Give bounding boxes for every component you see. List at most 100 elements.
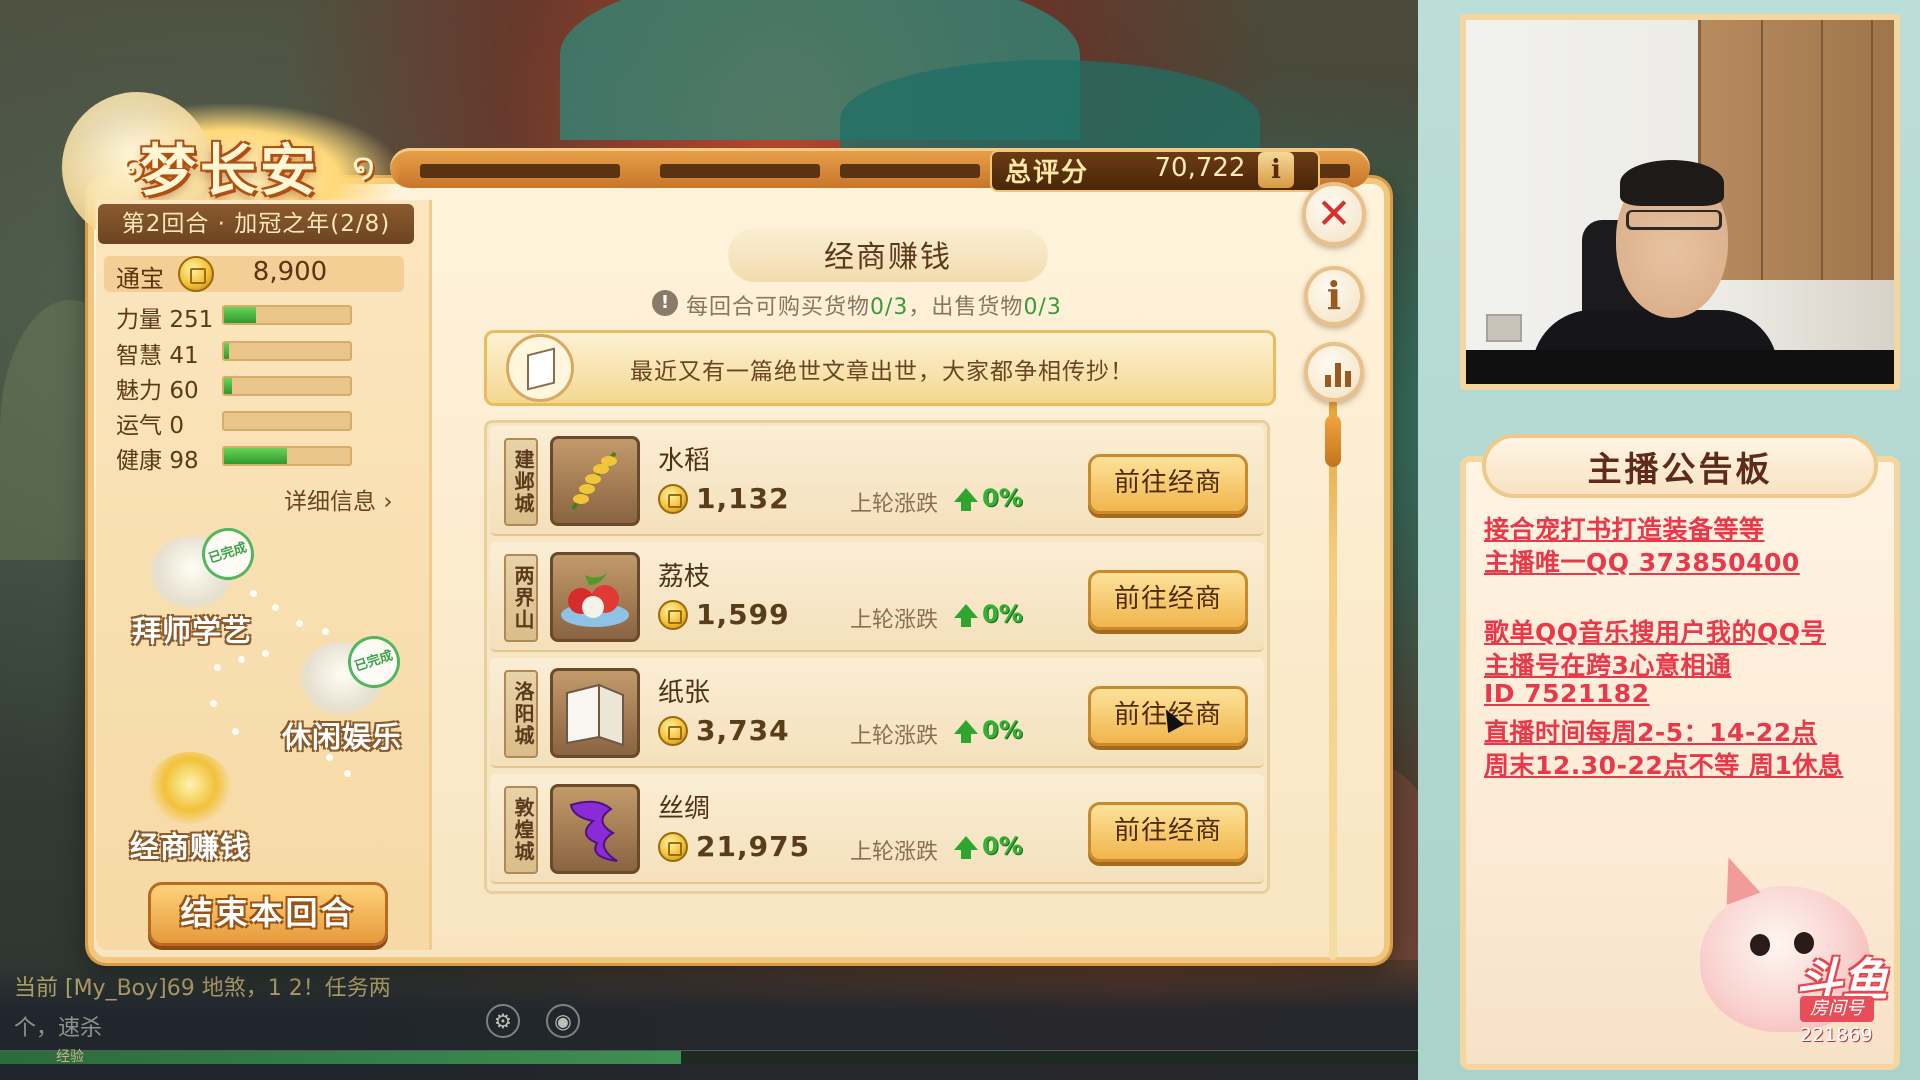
path-dot [296,620,303,627]
section-title: 经商赚钱 [824,240,952,275]
city-tag: 建邺城 [504,438,538,526]
goods-row: 两界山 荔枝 1,599 上轮涨跌 0% 前往经商 [490,542,1264,652]
sell-count: 0/3 [1023,295,1062,320]
exp-fill [0,1051,681,1064]
board-line: 歌单QQ音乐搜用户我的QQ号 [1484,618,1827,647]
trend-label: 上轮涨跌 [850,724,939,749]
settings-icon[interactable]: ⚙ [486,1004,520,1038]
go-trade-button[interactable]: 前往经商 [1088,454,1248,514]
paper-icon [550,668,640,758]
title-bar-segment [420,164,620,178]
notice-prefix: 每回合可购买货物 [686,295,871,320]
trend-label: 上轮涨跌 [850,492,939,517]
activity-label: 经商赚钱 [129,830,250,864]
path-dot [238,656,245,663]
trend-value: 0% [982,832,1023,860]
arrow-up-icon [954,836,978,859]
currency-value: 8,900 [252,257,328,287]
camera-icon[interactable]: ◉ [546,1004,580,1038]
stat-value: 41 [169,343,199,369]
photo-frame [1486,314,1522,342]
trend-value: 0% [982,716,1023,744]
board-title: 主播公告板 [1587,450,1773,490]
stat-bar [222,411,352,431]
trend-label: 上轮涨跌 [850,608,939,633]
coin-icon [658,484,688,514]
room-number: 221869 [1800,1024,1873,1046]
stat-value: 251 [169,307,214,333]
rice-icon [550,436,640,526]
mascot-eye [1750,934,1770,956]
scrollbar[interactable] [1329,400,1337,960]
stat-row-strength: 力量 251 [116,300,356,333]
coin-icon [658,832,688,862]
trend-value: 0% [982,600,1023,628]
scrollbar-thumb[interactable] [1325,415,1341,467]
trend-label: 上轮涨跌 [850,840,939,865]
coin-icon [658,716,688,746]
path-dot [272,604,279,611]
info-button[interactable]: i [1304,266,1364,326]
stat-value: 60 [169,378,199,404]
stat-label: 魅力 [116,378,162,404]
wardrobe [1698,20,1894,280]
stat-row-charm: 魅力 60 [116,371,356,404]
stat-value: 0 [169,413,184,439]
end-round-button[interactable]: 结束本回合 [148,882,388,946]
goods-row: 建邺城 水稻 1,132 上轮涨跌 0% 前往经商 [490,426,1264,536]
info-icon: i [1326,273,1342,318]
path-dot [214,664,221,671]
arrow-up-icon [954,720,978,743]
activity-trade[interactable]: 经商赚钱 [120,752,260,866]
go-trade-button[interactable]: 前往经商 [1088,570,1248,630]
go-trade-button[interactable]: 前往经商 [1088,802,1248,862]
path-dot [262,650,269,657]
arrow-up-icon [954,604,978,627]
lychee-icon [550,552,640,642]
currency-label: 通宝 [116,265,164,293]
arrow-up-icon [954,488,978,511]
stat-label: 智慧 [116,343,162,369]
board-line: 接合宠打书打造装备等等 [1484,515,1765,544]
stat-value: 98 [169,448,199,474]
goods-name: 荔枝 [658,562,711,592]
details-link[interactable]: 详细信息 › [284,482,393,516]
notice-mid: ，出售货物 [908,295,1024,320]
city-tag: 两界山 [504,554,538,642]
buy-count: 0/3 [870,295,909,320]
room-label: 房间号 [1800,996,1874,1022]
stat-fill [224,307,256,323]
score-info-icon[interactable]: i [1258,152,1294,188]
stat-fill [224,378,232,394]
goods-price: 1,132 [696,482,790,515]
close-icon: ✕ [1316,189,1352,238]
stat-label: 健康 [116,448,162,474]
board-line: 主播号在跨3心意相通 [1484,651,1732,680]
goods-row: 洛阳城 纸张 3,734 上轮涨跌 0% 前往经商 [490,658,1264,768]
game-logo: 梦长安 [140,139,320,204]
bar-chart-icon [1325,361,1351,387]
streamer-hair [1620,160,1724,206]
alert-icon: ! [652,290,678,316]
chat-line: 当前 [My_Boy]69 地煞，1 2！任务两 [14,976,391,1001]
details-link-label: 详细信息 [284,489,376,515]
trend-value: 0% [982,484,1023,512]
chat-line: 个，速杀 [14,1016,103,1041]
stat-bar [222,341,352,361]
stat-row-health: 健康 98 [116,441,356,474]
goods-price: 21,975 [696,830,811,863]
stat-bar [222,446,352,466]
activity-label: 休闲娱乐 [281,720,402,754]
path-dot [232,728,239,735]
stat-row-luck: 运气 0 [116,406,356,439]
coin-icon [178,256,214,292]
webcam-feed [1460,14,1900,390]
stat-label: 力量 [116,307,162,333]
board-line: 直播时间每周2-5：14-22点 [1484,718,1818,747]
path-dot [210,700,217,707]
close-button[interactable]: ✕ [1302,182,1366,246]
coin-purse-icon [148,752,232,824]
board-line: 主播唯一QQ 373850400 [1484,548,1800,577]
board-line: 周末12.30-22点不等 周1休息 [1484,751,1844,780]
stats-button[interactable] [1304,342,1364,402]
